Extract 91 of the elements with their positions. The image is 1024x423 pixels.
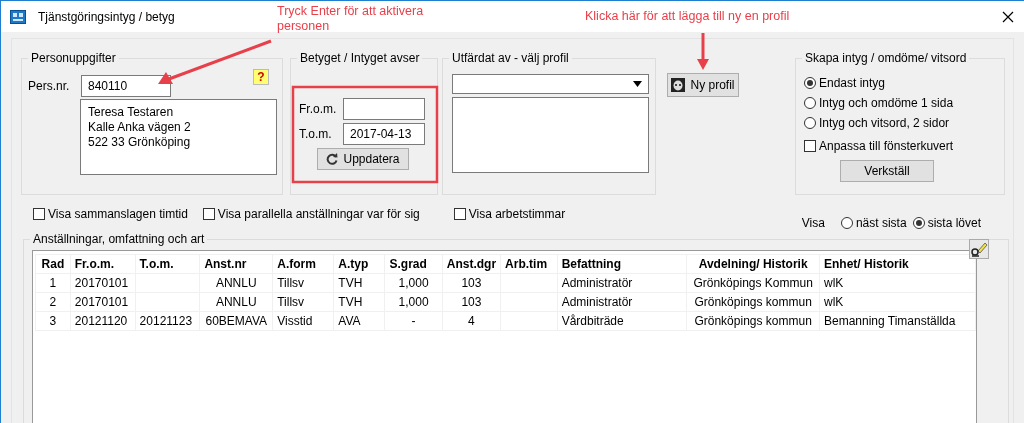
address-line: Kalle Anka vägen 2 <box>88 120 192 135</box>
group-title: Personuppgifter <box>31 51 116 65</box>
annotation-text: Tryck Enter för att aktivera personen <box>277 4 425 34</box>
column-header[interactable]: A.form <box>272 254 334 274</box>
table-cell: - <box>384 311 443 331</box>
table-cell: Visstid <box>272 311 334 331</box>
table-cell: Grönköpings kommun <box>686 292 820 312</box>
table-cell: 103 <box>442 292 501 312</box>
to-date-field[interactable]: 2017-04-13 <box>343 123 425 145</box>
radio-button[interactable] <box>840 217 853 229</box>
window-title: Tjänstgöringsintyg / betyg <box>38 9 175 24</box>
field-label: Pers.nr. <box>28 79 71 93</box>
from-date-field[interactable] <box>343 98 425 120</box>
field-label: Fr.o.m. <box>299 102 338 116</box>
table-cell: Tillsv <box>272 292 334 312</box>
column-header[interactable]: Enhet/ Historik <box>819 254 976 274</box>
column-header[interactable]: Rad <box>35 254 71 274</box>
table-cell: 4 <box>442 311 501 331</box>
table-cell: wlK <box>819 273 976 293</box>
option-label: Visa arbetstimmar <box>468 207 566 221</box>
table-cell: 3 <box>35 311 71 331</box>
table-cell: 2 <box>35 292 71 312</box>
caret-icon <box>633 81 642 87</box>
checkbox[interactable] <box>453 208 466 220</box>
apply-button[interactable]: Verkställ <box>840 160 934 182</box>
table-cell: 20170101 <box>70 273 136 293</box>
table-cell: Tillsv <box>272 273 334 293</box>
field-label: Visa <box>801 216 825 230</box>
option-label: Visa parallella anställningar var för sig <box>217 207 420 221</box>
table-cell: 20170101 <box>70 292 136 312</box>
option-label: Visa sammanslagen timtid <box>48 207 188 221</box>
annotation-text: Klicka här för att lägga till ny en profil <box>585 9 790 24</box>
profile-dropdown[interactable] <box>452 74 649 94</box>
checkbox[interactable] <box>33 208 45 220</box>
table-cell: 60BEMAVA <box>199 311 273 331</box>
option-label: Anpassa till fönsterkuvert <box>819 139 954 153</box>
table-cell: ANNLU <box>199 273 273 293</box>
eraser-icon[interactable] <box>969 239 989 259</box>
app-icon <box>10 9 26 24</box>
table-cell: wlK <box>819 292 976 312</box>
option-label: sista lövet <box>927 216 981 230</box>
option-label: Intyg och vitsord, 2 sidor <box>819 116 950 130</box>
column-header[interactable]: S.grad <box>384 254 443 274</box>
pers-nr-field[interactable]: 840110 <box>81 75 171 97</box>
group-title: Betyget / Intyget avser <box>300 51 420 65</box>
table-cell: Bemanning Timanställda <box>819 311 976 331</box>
address-line: Teresa Testaren <box>88 105 175 120</box>
table-cell: Grönköpings Kommun <box>686 273 820 293</box>
table-cell: 1,000 <box>384 273 443 293</box>
table-cell: 1,000 <box>384 292 443 312</box>
close-icon[interactable] <box>1002 10 1014 23</box>
table-cell: Grönköpings kommun <box>686 311 820 331</box>
group-title: Anställningar, omfattning och art <box>33 232 205 246</box>
new-profile-button[interactable]: Ny profil <box>667 73 739 97</box>
table-cell: AVA <box>333 311 385 331</box>
column-header[interactable]: Anst.nr <box>199 254 273 274</box>
radio-button[interactable] <box>804 77 816 89</box>
column-header[interactable]: Arb.tim <box>500 254 558 274</box>
column-header[interactable]: T.o.m. <box>135 254 200 274</box>
table-cell: ANNLU <box>199 292 273 312</box>
address-line: 522 33 Grönköping <box>88 135 192 150</box>
table-cell: 1 <box>35 273 71 293</box>
table-cell: 20121123 <box>135 311 200 331</box>
checkbox[interactable] <box>202 208 215 220</box>
refresh-icon <box>326 153 339 165</box>
arrow <box>697 33 709 70</box>
table-cell: Administratör <box>557 292 687 312</box>
column-header[interactable]: Avdelning/ Historik <box>686 254 820 274</box>
radio-button[interactable] <box>804 117 816 129</box>
column-header[interactable]: Befattning <box>557 254 687 274</box>
column-header[interactable]: A.typ <box>333 254 385 274</box>
group-title: Skapa intyg / omdöme/ vitsord <box>805 51 967 65</box>
field-label: T.o.m. <box>299 127 333 141</box>
table-cell: Administratör <box>557 273 687 293</box>
option-label: Intyg och omdöme 1 sida <box>819 96 954 110</box>
radio-button[interactable] <box>912 217 925 229</box>
update-button[interactable]: Uppdatera <box>317 148 409 170</box>
group-title: Utfärdat av - välj profil <box>452 51 569 65</box>
column-header[interactable]: Anst.dgr <box>442 254 501 274</box>
table-cell: TVH <box>333 292 385 312</box>
table-cell: Vårdbiträde <box>557 311 687 331</box>
table-cell: TVH <box>333 273 385 293</box>
checkbox[interactable] <box>804 140 816 152</box>
portrait-icon <box>671 78 686 92</box>
radio-button[interactable] <box>804 97 816 109</box>
column-header[interactable]: Fr.o.m. <box>70 254 136 274</box>
option-label: Endast intyg <box>819 76 886 90</box>
table-cell: 20121120 <box>70 311 136 331</box>
help-button[interactable]: ? <box>253 69 269 85</box>
table-cell: 103 <box>442 273 501 293</box>
option-label: näst sista <box>855 216 907 230</box>
